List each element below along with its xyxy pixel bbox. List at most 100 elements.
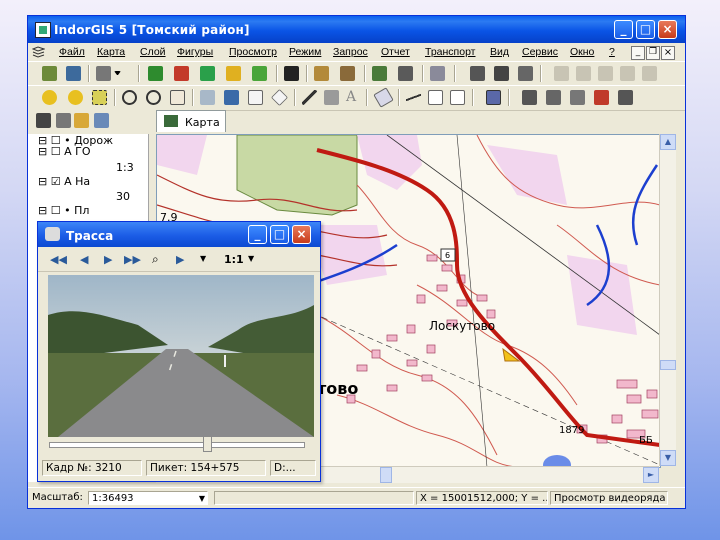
menu-file[interactable]: Файл xyxy=(59,46,85,58)
scroll-up-button[interactable]: ▲ xyxy=(660,134,676,150)
layers-edit-icon[interactable] xyxy=(546,90,561,105)
building-icon[interactable] xyxy=(430,66,445,81)
video-minimize-button[interactable]: _ xyxy=(248,225,267,244)
copy-icon[interactable] xyxy=(576,66,591,81)
query-icon[interactable] xyxy=(248,90,263,105)
chevron-down-icon[interactable]: ▼ xyxy=(248,254,254,263)
scroll-down-button[interactable]: ▼ xyxy=(660,450,676,466)
table-icon[interactable] xyxy=(428,90,443,105)
brush-icon[interactable] xyxy=(324,90,339,105)
binoculars-icon[interactable]: ⌕ xyxy=(152,252,159,267)
layers-stack-icon[interactable] xyxy=(522,90,537,105)
menu-layer[interactable]: Слой xyxy=(140,46,166,58)
add-area-icon[interactable] xyxy=(252,66,267,81)
layer-manager-icon[interactable] xyxy=(66,66,81,81)
next-frame-icon[interactable]: ▶ xyxy=(104,253,112,266)
house-icon[interactable] xyxy=(94,113,109,128)
scroll-thumb[interactable] xyxy=(660,360,676,370)
menu-window[interactable]: Окно xyxy=(570,46,594,58)
hscroll-thumb[interactable] xyxy=(380,467,392,483)
video-slider-thumb[interactable] xyxy=(203,436,213,452)
edit-object-icon[interactable] xyxy=(174,66,189,81)
menu-query[interactable]: Запрос xyxy=(333,46,368,58)
zoom-select[interactable]: 1:1 xyxy=(224,253,244,266)
scroll-right-button[interactable]: ► xyxy=(643,467,659,483)
house-move-icon[interactable] xyxy=(340,66,355,81)
tree-item[interactable]: ⊟ ☑ A На xyxy=(38,175,90,191)
video-icon[interactable] xyxy=(224,90,239,105)
last-frame-icon[interactable]: ▶▶ xyxy=(124,253,141,266)
paste-icon[interactable] xyxy=(598,66,613,81)
vertical-scrollbar[interactable]: ▲ ▼ xyxy=(659,134,676,466)
menu-help[interactable]: ? xyxy=(609,46,615,58)
layers-options-icon[interactable] xyxy=(570,90,585,105)
address-icon[interactable] xyxy=(618,90,633,105)
layers-delete-icon[interactable] xyxy=(594,90,609,105)
video-position-slider[interactable] xyxy=(49,442,305,448)
cut-icon[interactable] xyxy=(554,66,569,81)
draw-line-icon[interactable] xyxy=(302,90,317,105)
play-icon[interactable]: ▶ xyxy=(176,253,184,266)
title-bar[interactable]: IndorGIS 5 [Томский район] _ □ × xyxy=(28,16,685,43)
prev-frame-icon[interactable]: ◀ xyxy=(80,253,88,266)
doc-restore-button[interactable]: ❐ xyxy=(646,46,660,60)
video-maximize-button[interactable]: □ xyxy=(270,225,289,244)
doc-minimize-button[interactable]: _ xyxy=(631,46,645,60)
menu-service[interactable]: Сервис xyxy=(522,46,558,58)
identify-icon[interactable] xyxy=(271,89,288,106)
layers-tab-icon[interactable] xyxy=(36,113,51,128)
menu-figures[interactable]: Фигуры xyxy=(177,46,213,58)
tree-item[interactable]: ⊟ ☐ • Пл xyxy=(38,204,89,220)
minimize-button[interactable]: _ xyxy=(614,20,633,39)
add-point-icon[interactable] xyxy=(200,66,215,81)
menu-report[interactable]: Отчет xyxy=(381,46,410,58)
eraser-icon[interactable] xyxy=(373,87,394,108)
tree-item[interactable]: 1:3 xyxy=(116,161,134,177)
pin-list-icon[interactable] xyxy=(398,66,413,81)
menu-mode[interactable]: Режим xyxy=(289,46,321,58)
close-button[interactable]: × xyxy=(658,20,677,39)
open-layer-icon[interactable] xyxy=(42,66,57,81)
move-arrows-icon[interactable] xyxy=(284,66,299,81)
house-edit-icon[interactable] xyxy=(314,66,329,81)
chevron-down-icon[interactable]: ▼ xyxy=(200,254,206,263)
chevron-down-icon[interactable] xyxy=(114,71,121,75)
maximize-icon: □ xyxy=(273,227,286,241)
tree-item[interactable]: 30 xyxy=(116,190,130,206)
video-close-button[interactable]: × xyxy=(292,225,311,244)
select-icon[interactable] xyxy=(92,90,107,105)
video-window-titlebar[interactable]: Трасса _ □ × xyxy=(38,222,320,247)
zoom-in-icon[interactable] xyxy=(122,90,137,105)
document-view-icon[interactable] xyxy=(450,90,465,105)
attach-icon[interactable] xyxy=(56,113,71,128)
print-icon[interactable] xyxy=(470,66,485,81)
print-preview-icon[interactable] xyxy=(494,66,509,81)
menu-map[interactable]: Карта xyxy=(97,46,125,58)
properties-icon[interactable] xyxy=(642,66,657,81)
doc-close-button[interactable]: × xyxy=(661,46,675,60)
print-setup-icon[interactable] xyxy=(518,66,533,81)
first-frame-icon[interactable]: ◀◀ xyxy=(50,253,67,266)
document-icon[interactable] xyxy=(31,46,46,59)
add-object-icon[interactable] xyxy=(148,66,163,81)
zoom-out-icon[interactable] xyxy=(146,90,161,105)
menu-transport[interactable]: Транспорт xyxy=(425,46,476,58)
profile-icon[interactable] xyxy=(406,90,421,105)
pan-hand-icon[interactable] xyxy=(170,90,185,105)
info-icon[interactable] xyxy=(68,90,83,105)
text-tool-icon[interactable]: A xyxy=(346,90,361,105)
pin-icon[interactable] xyxy=(372,66,387,81)
screen-icon[interactable] xyxy=(486,90,501,105)
measure-icon[interactable] xyxy=(200,90,215,105)
maximize-button[interactable]: □ xyxy=(636,20,655,39)
tree-item[interactable]: ⊟ ☐ A ГО xyxy=(38,145,90,161)
folder-icon[interactable] xyxy=(74,113,89,128)
add-line-icon[interactable] xyxy=(226,66,241,81)
help-icon[interactable] xyxy=(42,90,57,105)
menu-appearance[interactable]: Вид xyxy=(490,46,509,58)
delete-icon[interactable] xyxy=(620,66,635,81)
tab-map[interactable]: Карта xyxy=(156,110,226,132)
menu-view[interactable]: Просмотр xyxy=(229,46,277,58)
scale-select[interactable]: 1:36493 ▼ xyxy=(88,491,208,505)
search-tool-icon[interactable] xyxy=(96,66,111,81)
